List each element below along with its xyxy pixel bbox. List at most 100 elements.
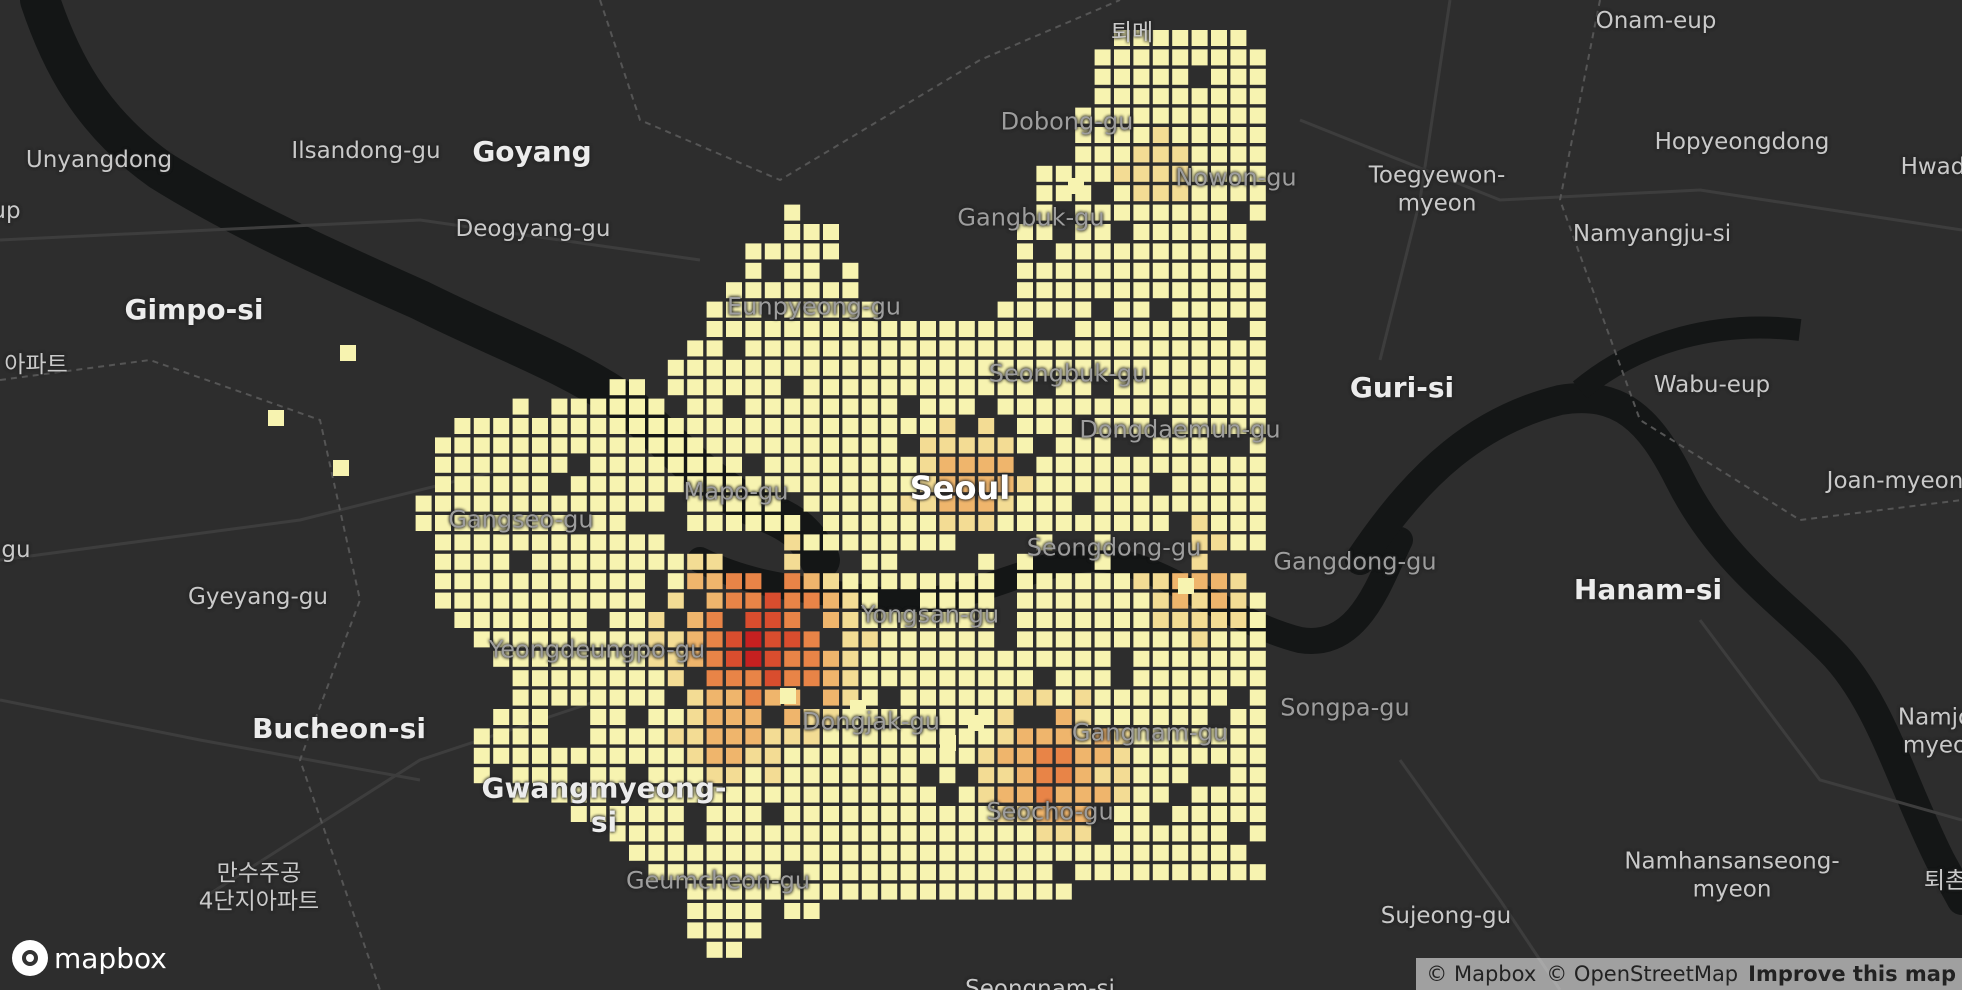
grid-cell — [1094, 631, 1111, 648]
grid-cell — [1249, 534, 1266, 551]
grid-cell — [687, 612, 704, 628]
mapbox-attribution-link[interactable]: © Mapbox — [1426, 962, 1536, 986]
grid-cell — [1230, 495, 1247, 512]
grid-cell — [1172, 631, 1189, 648]
grid-cell — [842, 359, 859, 376]
grid-cell — [1152, 592, 1169, 609]
grid-cell — [473, 456, 490, 473]
mapbox-logo[interactable]: mapbox — [12, 940, 167, 976]
place-label-gangdong: Gangdong-gu — [1273, 547, 1437, 576]
grid-cell — [1172, 146, 1189, 163]
grid-cell — [493, 592, 510, 609]
grid-cell — [997, 747, 1014, 764]
grid-cell — [1055, 883, 1072, 900]
grid-cell — [784, 340, 801, 357]
grid-cell — [1191, 107, 1208, 124]
grid-cell — [842, 573, 859, 590]
grid-cell — [648, 670, 665, 687]
attribution-bar: © Mapbox © OpenStreetMap Improve this ma… — [1416, 958, 1962, 990]
grid-cell — [532, 689, 548, 706]
place-label-dongdaemun: Dongdaemun-gu — [1079, 415, 1281, 444]
grid-cell — [629, 747, 645, 764]
grid-cell — [1094, 670, 1111, 687]
grid-cell — [667, 573, 684, 590]
grid-cell — [1094, 243, 1111, 260]
grid-cell — [1114, 262, 1130, 279]
grid-cell — [881, 670, 898, 687]
grid-cell — [648, 456, 665, 473]
grid-cell — [803, 418, 820, 434]
grid-cell — [1075, 243, 1092, 260]
grid-cell — [958, 340, 975, 357]
grid-cell — [881, 573, 898, 590]
grid-cell — [726, 670, 742, 687]
grid-cell — [706, 592, 723, 609]
grid-cell — [706, 340, 723, 357]
map-canvas[interactable]: 퇴메 Onam-eup Unyangdong Ilsandong-gu Goyang Do… — [0, 0, 1962, 990]
grid-cell — [958, 689, 975, 706]
grid-cell — [726, 786, 742, 803]
grid-cell — [861, 398, 878, 415]
grid-cell — [1191, 301, 1208, 318]
grid-cell — [512, 612, 529, 628]
grid-cell — [1249, 243, 1266, 260]
grid-cell — [648, 728, 665, 745]
grid-cell — [1055, 262, 1072, 279]
grid-cell — [1075, 844, 1092, 861]
grid-cell — [667, 844, 684, 861]
grid-cell — [473, 728, 490, 745]
grid-cell — [823, 515, 839, 531]
grid-cell — [1249, 340, 1266, 357]
grid-cell — [629, 437, 645, 454]
grid-cell — [784, 204, 801, 221]
grid-cell — [1094, 495, 1111, 512]
grid-cell — [842, 418, 859, 434]
grid-cell — [1152, 165, 1169, 182]
grid-cell — [1211, 689, 1227, 706]
grid-cell — [1017, 670, 1033, 687]
grid-cell — [1191, 243, 1208, 260]
grid-cell — [609, 573, 626, 590]
grid-cell — [1152, 185, 1169, 202]
grid-cell — [1036, 495, 1053, 512]
grid-cell — [609, 515, 626, 531]
grid-cell — [803, 806, 820, 822]
grid-cell — [920, 806, 936, 822]
grid-cell — [1036, 747, 1053, 764]
grid-cell — [842, 650, 859, 667]
grid-cell — [764, 321, 781, 337]
grid-cell — [648, 534, 665, 551]
grid-cell — [570, 553, 587, 570]
grid-cell — [1172, 806, 1189, 822]
grid-cell — [1211, 786, 1227, 803]
grid-cell — [1152, 204, 1169, 221]
grid-cell — [1094, 767, 1111, 784]
grid-cell — [842, 476, 859, 493]
grid-cell — [726, 747, 742, 764]
grid-cell — [861, 825, 878, 842]
grid-cell — [823, 592, 839, 609]
place-label-ilsan: Ilsandong-gu — [291, 138, 441, 165]
grid-cell — [920, 864, 936, 881]
place-label-gwangmyeong: Gwangmyeong- si — [481, 771, 727, 838]
grid-cell — [648, 747, 665, 764]
grid-cell — [1249, 515, 1266, 531]
grid-cell — [881, 321, 898, 337]
grid-cell — [784, 806, 801, 822]
grid-cell — [1249, 321, 1266, 337]
grid-cell — [803, 670, 820, 687]
grid-cell — [1249, 689, 1266, 706]
grid-cell — [629, 534, 645, 551]
grid-cell — [997, 825, 1014, 842]
grid-cell — [1191, 495, 1208, 512]
grid-cell — [745, 825, 762, 842]
grid-cell — [997, 689, 1014, 706]
osm-attribution-link[interactable]: © OpenStreetMap — [1546, 962, 1738, 986]
improve-map-link[interactable]: Improve this map — [1748, 962, 1956, 986]
grid-cell — [939, 825, 956, 842]
grid-cell — [881, 495, 898, 512]
grid-cell — [764, 515, 781, 531]
grid-cell — [939, 515, 956, 531]
grid-cell — [648, 689, 665, 706]
grid-cell — [861, 864, 878, 881]
